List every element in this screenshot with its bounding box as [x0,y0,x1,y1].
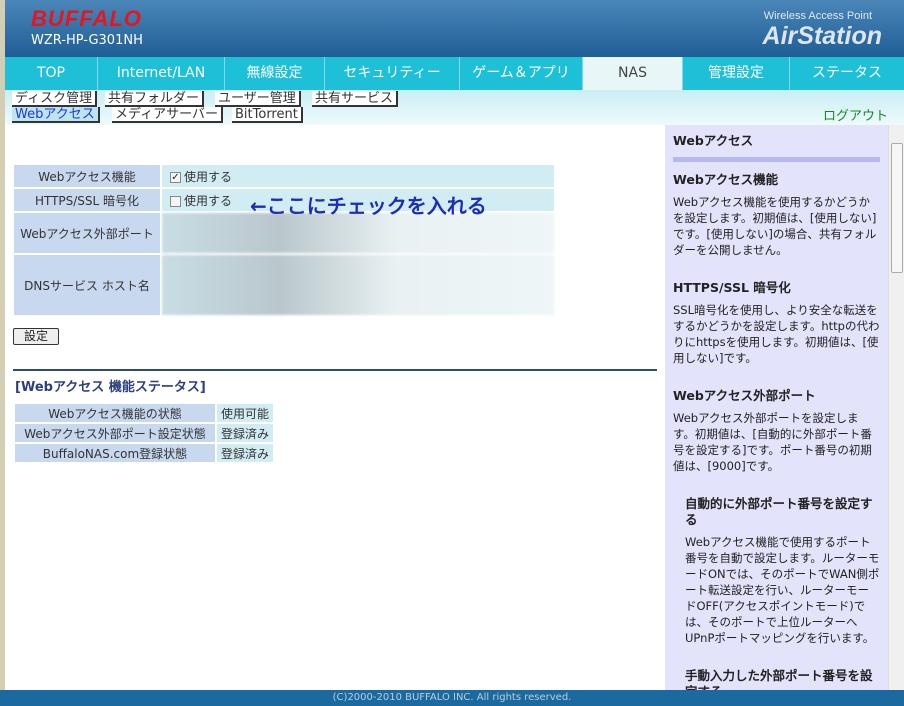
status-label: Webアクセス機能の状態 [15,404,215,422]
sub-nav: ディスク管理 共有フォルダー ユーザー管理 共有サービス Webアクセス メディ… [5,90,904,125]
subtab-media-server[interactable]: メディアサーバー [112,107,223,123]
help-text: Webアクセス機能で使用するポート番号を自動で設定します。ルーターモードONでは… [685,535,880,645]
label: DNSサービス ホスト名 [14,255,160,315]
tab-internet-lan[interactable]: Internet/LAN [98,57,225,90]
tab-game-apps[interactable]: ゲーム＆アプリ [460,57,583,90]
subtab-users[interactable]: ユーザー管理 [215,91,301,107]
header: BUFFALO WZR-HP-G301NH Wireless Access Po… [5,0,904,57]
checkbox-label: 使用する [184,193,233,208]
web-access-checkbox[interactable]: ✓ [170,171,181,183]
submit-button[interactable]: 設定 [13,328,59,345]
tab-security[interactable]: セキュリティー [325,57,460,90]
airstation-logo: AirStation [762,22,882,50]
status-value: 登録済み [217,424,273,442]
tab-nas[interactable]: NAS [583,57,683,90]
help-heading: 手動入力した外部ポート番号を設定する [685,668,873,690]
subtab-disk[interactable]: ディスク管理 [12,91,98,107]
status-value: 使用可能 [217,404,273,422]
tab-status[interactable]: ステータス [790,57,904,90]
label: HTTPS/SSL 暗号化 [14,189,160,211]
buffalo-logo: BUFFALO [31,6,142,31]
external-port-field[interactable] [162,213,554,253]
help-heading: Webアクセス機能 [673,172,779,187]
status-value: 登録済み [217,444,273,462]
logout-link[interactable]: ログアウト [823,105,888,124]
model-name: WZR-HP-G301NH [31,33,143,48]
https-checkbox[interactable] [170,195,181,207]
tagline: Wireless Access Point [763,10,872,22]
label: Webアクセス機能 [14,165,160,187]
subtab-bittorrent[interactable]: BitTorrent [232,107,303,123]
label: Webアクセス外部ポート [14,213,160,253]
main-content: Webアクセス機能 ✓ 使用する HTTPS/SSL 暗号化 使用する Webアク… [5,125,665,690]
status-title: [Webアクセス 機能ステータス] [15,380,206,395]
main-nav: TOP Internet/LAN 無線設定 セキュリティー ゲーム＆アプリ NA… [5,57,904,90]
subtab-web-access[interactable]: Webアクセス [12,107,100,123]
checkbox-label: 使用する [184,169,233,184]
help-heading: Webアクセス外部ポート [673,388,816,403]
help-text: Webアクセス外部ポートを設定します。初期値は、[自動的に外部ポート番号を設定す… [673,411,872,473]
tab-top[interactable]: TOP [5,57,98,90]
dns-hostname-field[interactable] [162,255,554,315]
status-label: Webアクセス外部ポート設定状態 [15,424,215,442]
help-text: SSL暗号化を使用し、より安全な転送をするかどうかを設定します。httpの代わり… [673,303,880,365]
help-divider [673,157,880,162]
scrollbar-thumb[interactable] [891,143,903,273]
scrollbar[interactable] [888,125,904,690]
subtab-shared-folder[interactable]: 共有フォルダー [105,91,205,107]
help-text: Webアクセス機能を使用するかどうかを設定します。初期値は、[使用しない]です。… [673,195,877,257]
tab-wireless[interactable]: 無線設定 [225,57,325,90]
tab-admin[interactable]: 管理設定 [683,57,790,90]
divider [13,369,657,371]
help-title: Webアクセス [673,133,754,148]
help-panel: Webアクセス Webアクセス機能 Webアクセス機能を使用するかどうかを設定し… [665,125,888,690]
settings-table: Webアクセス機能 ✓ 使用する HTTPS/SSL 暗号化 使用する Webアク… [12,163,556,317]
footer: (C)2000-2010 BUFFALO INC. All rights res… [0,690,904,706]
annotation: ←ここにチェックを入れる [250,194,487,218]
help-heading: 自動的に外部ポート番号を設定する [685,496,873,527]
status-table: Webアクセス機能の状態 使用可能 Webアクセス外部ポート設定状態 登録済み Bu… [13,402,275,464]
help-heading: HTTPS/SSL 暗号化 [673,280,791,295]
subtab-services[interactable]: 共有サービス [312,91,399,107]
status-label: BuffaloNAS.com登録状態 [15,444,215,462]
